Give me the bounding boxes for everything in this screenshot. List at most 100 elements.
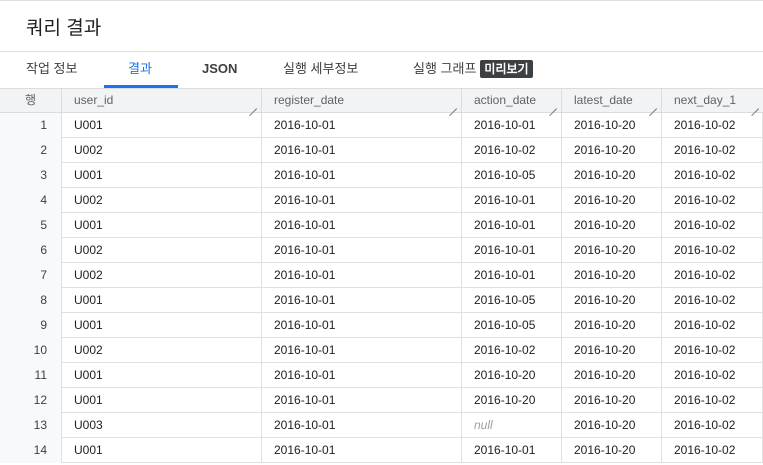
table-row[interactable]: 5 U001 2016-10-01 2016-10-01 2016-10-20 2016-… [0,213,763,238]
row-number-cell-value: 4 [40,193,47,207]
title-bar: 쿼리 결과 [0,0,763,52]
user-id-cell-value: U001 [74,443,103,457]
next-day-1-cell-value: 2016-10-02 [674,118,736,132]
table-row[interactable]: 10 U002 2016-10-01 2016-10-02 2016-10-20 2016… [0,338,763,363]
user-id-cell-value: U001 [74,368,103,382]
latest-date-cell-value: 2016-10-20 [574,218,636,232]
register-date-cell: 2016-10-01 [262,113,462,138]
column-header-register-date[interactable]: register_date [262,89,462,113]
register-date-cell: 2016-10-01 [262,338,462,363]
user-id-cell-value: U001 [74,318,103,332]
latest-date-cell: 2016-10-20 [562,313,662,338]
column-header-row: 행 [0,89,62,113]
table-row[interactable]: 7 U002 2016-10-01 2016-10-01 2016-10-20 2016-… [0,263,763,288]
register-date-cell: 2016-10-01 [262,213,462,238]
resize-handle-icon[interactable] [449,101,457,109]
action-date-cell-value: 2016-10-20 [474,368,536,382]
column-header-user-id[interactable]: user_id [62,89,262,113]
next-day-1-cell-value: 2016-10-02 [674,368,736,382]
result-tabs: 작업 정보 결과 JSON 실행 세부정보 실행 그래프 미리보기 [0,52,763,88]
table-row[interactable]: 2 U002 2016-10-01 2016-10-02 2016-10-20 2016-… [0,138,763,163]
row-number-cell: 8 [0,288,62,313]
user-id-cell-value: U001 [74,393,103,407]
tab-results[interactable]: 결과 [128,52,152,88]
tab-job-info[interactable]: 작업 정보 [26,52,77,88]
resize-handle-icon[interactable] [649,101,657,109]
latest-date-cell-value: 2016-10-20 [574,443,636,457]
register-date-cell-value: 2016-10-01 [274,443,336,457]
row-number-cell: 13 [0,413,62,438]
table-row[interactable]: 6 U002 2016-10-01 2016-10-01 2016-10-20 2016-… [0,238,763,263]
table-row[interactable]: 1 U001 2016-10-01 2016-10-01 2016-10-20 2016-… [0,113,763,138]
action-date-cell-value: 2016-10-01 [474,218,536,232]
column-header-label: latest_date [574,93,633,107]
table-row[interactable]: 11 U001 2016-10-01 2016-10-20 2016-10-20 2016… [0,363,763,388]
column-header-action-date[interactable]: action_date [462,89,562,113]
user-id-cell: U001 [62,113,262,138]
register-date-cell-value: 2016-10-01 [274,268,336,282]
action-date-cell: 2016-10-01 [462,438,562,463]
column-header-label: register_date [274,93,345,107]
table-row[interactable]: 13 U003 2016-10-01 null 2016-10-20 2016-10-02 [0,413,763,438]
tab-json[interactable]: JSON [202,52,237,88]
table-row[interactable]: 8 U001 2016-10-01 2016-10-05 2016-10-20 2016-… [0,288,763,313]
row-number-cell-value: 10 [33,343,47,357]
next-day-1-cell: 2016-10-02 [662,438,763,463]
action-date-cell: 2016-10-01 [462,238,562,263]
row-number-cell-value: 1 [40,118,47,132]
table-row[interactable]: 3 U001 2016-10-01 2016-10-05 2016-10-20 2016-… [0,163,763,188]
row-number-cell-value: 2 [40,143,47,157]
latest-date-cell: 2016-10-20 [562,388,662,413]
resize-handle-icon[interactable] [549,101,557,109]
preview-badge: 미리보기 [480,59,533,78]
row-number-cell-value: 5 [40,218,47,232]
resize-handle-icon[interactable] [751,101,759,109]
tab-execution-details[interactable]: 실행 세부정보 [283,52,358,88]
row-number-cell: 1 [0,113,62,138]
next-day-1-cell: 2016-10-02 [662,388,763,413]
next-day-1-cell: 2016-10-02 [662,363,763,388]
next-day-1-cell-value: 2016-10-02 [674,243,736,257]
tab-execution-graph[interactable]: 실행 그래프 미리보기 [413,52,533,88]
action-date-cell-value: 2016-10-05 [474,318,536,332]
register-date-cell-value: 2016-10-01 [274,293,336,307]
table-row[interactable]: 14 U001 2016-10-01 2016-10-01 2016-10-20 2016… [0,438,763,463]
latest-date-cell-value: 2016-10-20 [574,318,636,332]
latest-date-cell: 2016-10-20 [562,113,662,138]
table-row[interactable]: 4 U002 2016-10-01 2016-10-01 2016-10-20 2016-… [0,188,763,213]
table-row[interactable]: 12 U001 2016-10-01 2016-10-20 2016-10-20 2016… [0,388,763,413]
next-day-1-cell-value: 2016-10-02 [674,143,736,157]
action-date-cell-value: 2016-10-01 [474,268,536,282]
column-header-next-day-1[interactable]: next_day_1 [662,89,763,113]
row-number-cell: 2 [0,138,62,163]
tab-execution-graph-label: 실행 그래프 [413,61,477,76]
latest-date-cell: 2016-10-20 [562,238,662,263]
row-number-cell: 14 [0,438,62,463]
action-date-cell: 2016-10-01 [462,263,562,288]
action-date-cell-value: 2016-10-01 [474,118,536,132]
next-day-1-cell: 2016-10-02 [662,163,763,188]
next-day-1-cell-value: 2016-10-02 [674,443,736,457]
user-id-cell-value: U001 [74,168,103,182]
latest-date-cell: 2016-10-20 [562,413,662,438]
table-row[interactable]: 9 U001 2016-10-01 2016-10-05 2016-10-20 2016-… [0,313,763,338]
user-id-cell: U001 [62,288,262,313]
latest-date-cell: 2016-10-20 [562,213,662,238]
register-date-cell: 2016-10-01 [262,413,462,438]
action-date-cell: 2016-10-01 [462,188,562,213]
resize-handle-icon[interactable] [249,101,257,109]
user-id-cell-value: U002 [74,268,103,282]
action-date-cell: 2016-10-20 [462,363,562,388]
row-number-cell-value: 8 [40,293,47,307]
row-number-cell: 9 [0,313,62,338]
column-header-latest-date[interactable]: latest_date [562,89,662,113]
next-day-1-cell-value: 2016-10-02 [674,418,736,432]
register-date-cell-value: 2016-10-01 [274,118,336,132]
register-date-cell-value: 2016-10-01 [274,193,336,207]
user-id-cell: U001 [62,388,262,413]
action-date-cell: 2016-10-02 [462,338,562,363]
register-date-cell: 2016-10-01 [262,163,462,188]
row-number-cell: 6 [0,238,62,263]
page-title: 쿼리 결과 [26,18,102,39]
user-id-cell-value: U003 [74,418,103,432]
